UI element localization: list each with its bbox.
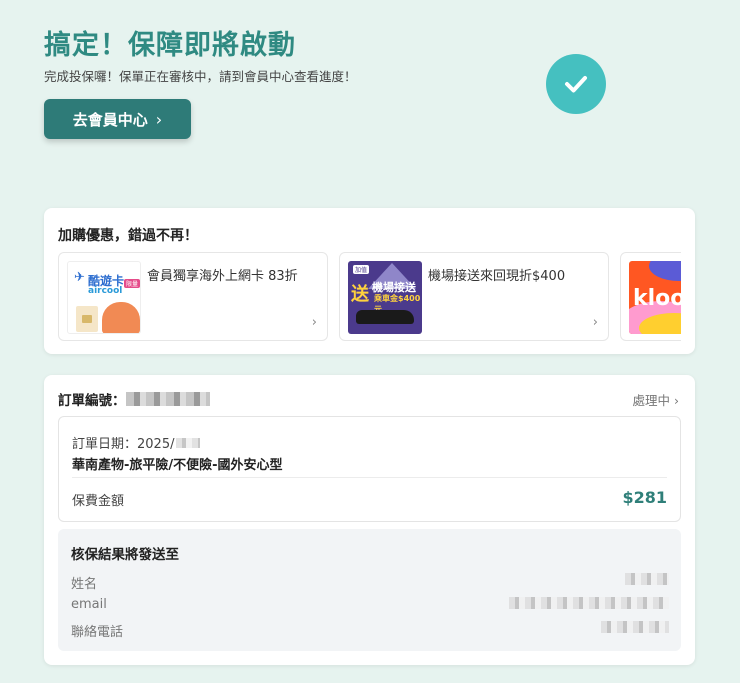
order-date-text: 訂單日期：2025/: [72, 437, 175, 452]
airport-badge: 加值: [353, 265, 370, 274]
member-center-button[interactable]: 去會員中心 ›: [44, 99, 191, 139]
airport-transfer-image: 加值 送 機場接送 乘車金$400元: [348, 261, 422, 334]
car-illustration: [356, 310, 414, 324]
member-center-button-label: 去會員中心: [72, 110, 148, 129]
offer-card-airport-transfer[interactable]: 加值 送 機場接送 乘車金$400元 機場接送來回現折$400 ›: [339, 252, 609, 341]
page-title: 搞定！保障即將啟動: [44, 30, 296, 61]
klook-image: kloo: [629, 261, 681, 334]
divider: [72, 477, 667, 478]
redacted-email: [509, 597, 669, 609]
klook-logo-text: kloo: [633, 286, 681, 311]
redacted-order-number: [125, 392, 210, 406]
order-number: 訂單編號：: [58, 389, 210, 409]
addon-offers-card: 加購優惠，錯過不再！ ✈ 酷遊卡 aircool 限量 會員獨享海外上網卡 83…: [44, 208, 695, 354]
premium-amount: $281: [622, 488, 667, 507]
order-status-link[interactable]: 處理中 ›: [633, 390, 679, 409]
airport-big-text: 送: [351, 284, 369, 305]
redacted-phone: [601, 621, 669, 633]
klook-shape: [649, 261, 681, 281]
chevron-right-icon: ›: [311, 315, 317, 330]
aircool-sim-image: ✈ 酷遊卡 aircool 限量: [67, 261, 141, 334]
offer-text: 機場接送來回現折$400: [428, 269, 566, 284]
underwriting-recipient: 核保結果將發送至 姓名 email 聯絡電話: [58, 529, 681, 651]
sim-card-icon: [76, 306, 98, 332]
aircool-logo-en: aircool: [88, 286, 123, 296]
order-details: 訂單日期：2025/ 華南產物-旅平險/不便險-國外安心型 保費金額 $281: [58, 416, 681, 522]
recipient-name-label: 姓名: [71, 577, 98, 592]
offer-card-sim[interactable]: ✈ 酷遊卡 aircool 限量 會員獨享海外上網卡 83折 ›: [58, 252, 328, 341]
plane-icon: ✈: [74, 270, 85, 285]
premium-label: 保費金額: [72, 494, 125, 509]
chevron-right-icon: ›: [155, 109, 163, 129]
product-name: 華南產物-旅平險/不便險-國外安心型: [72, 458, 283, 473]
addon-offers-carousel[interactable]: ✈ 酷遊卡 aircool 限量 會員獨享海外上網卡 83折 › 加值 送 機場…: [58, 252, 681, 341]
aircool-tag: 限量: [124, 279, 140, 288]
recipient-phone-label: 聯絡電話: [71, 625, 124, 640]
redacted-date: [176, 437, 201, 448]
check-circle-icon: [546, 54, 606, 114]
recipient-email-label: email: [71, 597, 107, 612]
chevron-right-icon: ›: [592, 315, 598, 330]
order-date: 訂單日期：2025/: [72, 433, 201, 452]
redacted-name: [625, 573, 669, 585]
order-card: 訂單編號： 處理中 › 訂單日期：2025/ 華南產物-旅平險/不便險-國外安心…: [44, 375, 695, 665]
offer-text: 會員獨享海外上網卡 83折: [147, 269, 298, 284]
traveler-illustration: [102, 302, 140, 333]
recipient-title: 核保結果將發送至: [71, 547, 179, 563]
offer-card-klook[interactable]: kloo: [620, 252, 681, 341]
success-hero: 搞定！保障即將啟動 完成投保囉！保單正在審核中，請到會員中心查看進度！ 去會員中…: [44, 28, 704, 158]
order-number-label: 訂單編號：: [58, 393, 126, 409]
addon-offers-title: 加購優惠，錯過不再！: [58, 228, 198, 244]
